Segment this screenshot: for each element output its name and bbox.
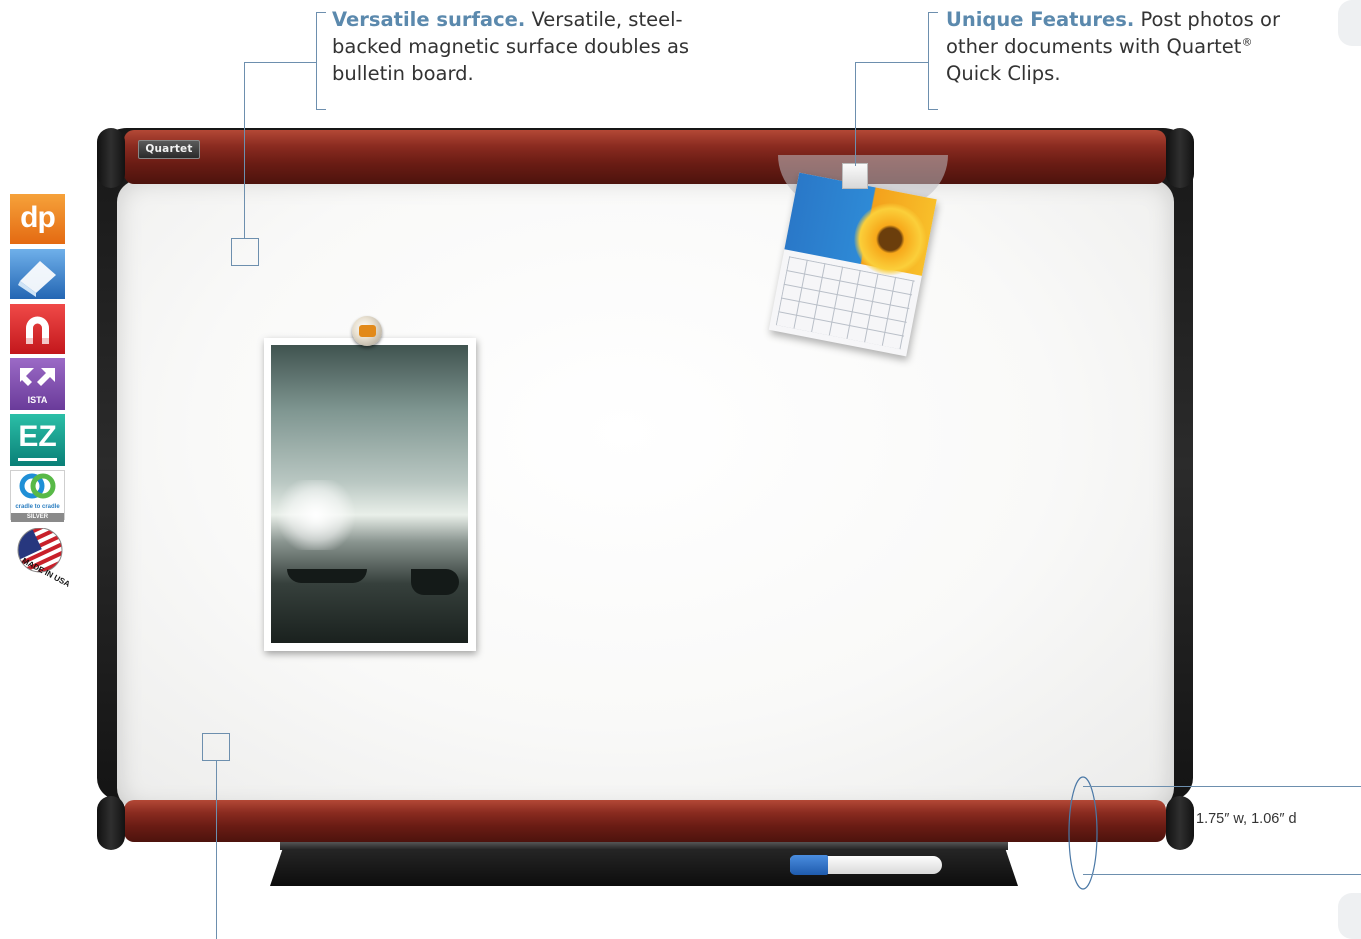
leader-tick-bottom-surface: [316, 109, 326, 110]
ista-label: ISTA: [27, 395, 48, 405]
posted-calendar: [768, 172, 937, 357]
marker-tray-edge: [280, 842, 1008, 850]
magnet-center: [359, 325, 376, 337]
photo-sun-glow: [271, 480, 361, 550]
left-bottom-end-cap: [97, 796, 125, 850]
callout-features-line1: Unique Features. Post photos or: [946, 8, 1280, 31]
dimension-line-top: [1083, 786, 1361, 787]
leader-h-surface: [244, 62, 316, 63]
leader-bracket-features: [928, 12, 929, 110]
photo-image: [271, 345, 468, 643]
leader-tick-top-features: [928, 12, 938, 13]
bottom-mahogany-rail: [124, 800, 1166, 842]
top-mahogany-rail: [124, 130, 1166, 184]
leader-v-features: [855, 62, 856, 166]
leader-v-surface: [244, 62, 245, 238]
right-bottom-end-cap: [1166, 796, 1194, 850]
cradle-label: cradle to cradle: [15, 504, 60, 510]
registered-mark: ®: [1241, 35, 1253, 49]
cradle-to-cradle-icon: cradle to cradle SILVER: [10, 470, 65, 522]
callout-surface-line1: Versatile surface. Versatile, steel-: [332, 8, 683, 31]
callout-features-line3: Quick Clips.: [946, 62, 1061, 85]
dimension-line-bottom: [1083, 874, 1361, 875]
side-tab-bottom[interactable]: [1338, 893, 1361, 939]
callout-features-title: Unique Features.: [946, 8, 1135, 31]
magnet-icon: [10, 304, 65, 354]
leader-tick-top-surface: [316, 12, 326, 13]
quick-clip-icon: [842, 163, 868, 189]
ista-arrows-icon: ISTA: [10, 358, 65, 410]
callout-versatile-surface: Versatile surface. Versatile, steel- bac…: [332, 6, 752, 87]
photo-boat-left: [287, 569, 367, 583]
callout-marker-surface: [231, 238, 259, 266]
leader-h-features: [855, 62, 928, 63]
dry-erase-marker-cap: [790, 855, 828, 875]
usa-flag-icon: MADE IN USA: [8, 520, 72, 589]
dp-badge-icon: dp: [10, 194, 65, 244]
photo-boat-right: [411, 569, 459, 595]
callout-surface-title: Versatile surface.: [332, 8, 526, 31]
right-top-end-cap: [1166, 128, 1194, 188]
ez-badge-icon: EZ: [10, 414, 65, 466]
cradle-sublabel: SILVER: [11, 513, 64, 522]
ez-underline: [18, 458, 57, 461]
leader-tick-bottom-features: [928, 109, 938, 110]
eraser-icon: [10, 249, 65, 299]
callout-marker-lower: [202, 733, 230, 761]
leader-v-lower: [216, 761, 217, 939]
leader-bracket-surface: [316, 12, 317, 110]
callout-features-line2: other documents with Quartet®: [946, 35, 1253, 58]
callout-surface-line3: bulletin board.: [332, 62, 474, 85]
callout-surface-line2: backed magnetic surface doubles as: [332, 35, 690, 58]
rail-dimension-label: 1.75″ w, 1.06″ d: [1196, 811, 1297, 827]
product-page: { "callouts": { "surface": { "title": "V…: [0, 0, 1361, 939]
side-tab-top[interactable]: [1338, 0, 1361, 46]
quartet-logo: Quartet: [138, 140, 200, 159]
left-top-end-cap: [97, 128, 125, 188]
callout-unique-features: Unique Features. Post photos or other do…: [946, 6, 1336, 87]
